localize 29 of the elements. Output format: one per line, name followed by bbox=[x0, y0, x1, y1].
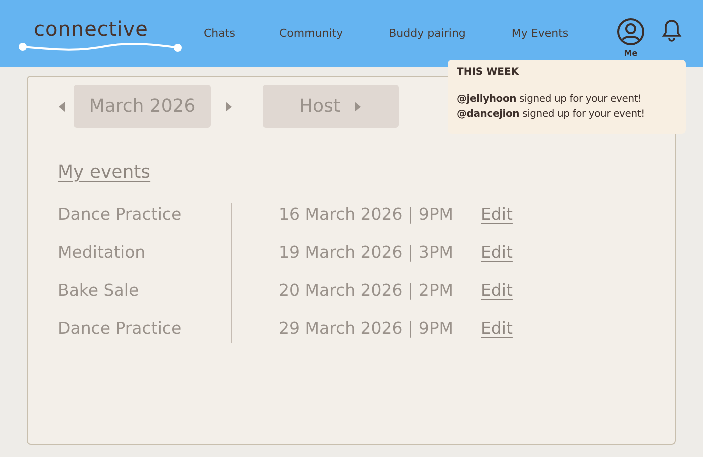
nav-link[interactable]: Buddy pairing bbox=[389, 27, 466, 40]
event-date: 16 March 2026 | 9PM bbox=[279, 204, 455, 224]
edit-link[interactable]: Edit bbox=[481, 318, 513, 338]
popup-title: THIS WEEK bbox=[457, 67, 520, 78]
edit-link[interactable]: Edit bbox=[481, 204, 513, 224]
user-icon bbox=[617, 18, 645, 46]
previous-icon[interactable] bbox=[58, 102, 66, 112]
event-name: Meditation bbox=[58, 242, 147, 262]
month-selector[interactable]: March 2026 bbox=[74, 85, 211, 128]
edit-link[interactable]: Edit bbox=[481, 242, 513, 262]
event-name: Bake Sale bbox=[58, 280, 140, 300]
notification-text: @jellyhoon signed up for your event! bbox=[457, 93, 643, 107]
next-icon[interactable] bbox=[225, 102, 233, 112]
event-date: 19 March 2026 | 3PM bbox=[279, 242, 455, 262]
event-date: 29 March 2026 | 9PM bbox=[279, 318, 455, 338]
nav-link[interactable]: Community bbox=[279, 27, 344, 40]
wave-line-icon bbox=[18, 40, 184, 52]
caret-icon bbox=[354, 102, 362, 112]
logo: connective bbox=[33, 16, 148, 40]
nav-link[interactable]: My Events bbox=[512, 27, 569, 40]
section-title: My events bbox=[58, 162, 151, 183]
profile-button[interactable]: Me bbox=[617, 18, 645, 58]
event-name: Dance Practice bbox=[58, 204, 183, 224]
edit-link[interactable]: Edit bbox=[481, 280, 513, 300]
event-date: 20 March 2026 | 2PM bbox=[279, 280, 455, 300]
notification-text: @dancejion signed up for your event! bbox=[457, 108, 646, 122]
role-selector[interactable]: Host bbox=[263, 85, 399, 128]
nav-link[interactable]: Chats bbox=[204, 27, 236, 40]
event-name: Dance Practice bbox=[58, 318, 183, 338]
